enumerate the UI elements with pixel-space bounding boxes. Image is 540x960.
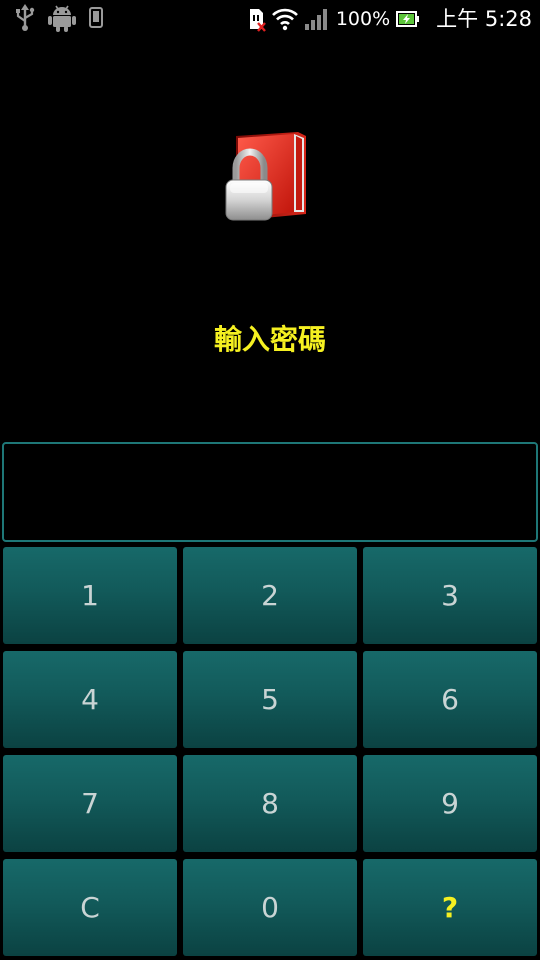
key-4[interactable]: 4 xyxy=(3,651,177,748)
clear-button[interactable]: C xyxy=(3,859,177,956)
clock: 上午 5:28 xyxy=(436,7,532,31)
phone-icon xyxy=(88,6,104,30)
android-debug-icon xyxy=(48,4,76,32)
sim-missing-icon xyxy=(248,5,266,33)
lock-folder-icon xyxy=(222,128,312,224)
numeric-keypad: 1 2 3 4 5 6 7 8 9 C 0 ? xyxy=(3,547,538,957)
password-field[interactable] xyxy=(2,442,538,542)
key-2[interactable]: 2 xyxy=(183,547,357,644)
key-6[interactable]: 6 xyxy=(363,651,537,748)
key-7[interactable]: 7 xyxy=(3,755,177,852)
help-button[interactable]: ? xyxy=(363,859,537,956)
key-8[interactable]: 8 xyxy=(183,755,357,852)
wifi-icon xyxy=(271,7,298,31)
notification-icons xyxy=(14,4,104,32)
battery-percent: 100% xyxy=(335,8,391,30)
key-5[interactable]: 5 xyxy=(183,651,357,748)
battery-charging-icon xyxy=(396,9,420,29)
system-indicators: 100% 上午 5:28 xyxy=(248,4,532,34)
usb-icon xyxy=(14,4,36,32)
key-1[interactable]: 1 xyxy=(3,547,177,644)
signal-icon xyxy=(304,7,330,31)
password-prompt: 輸入密碼 xyxy=(213,323,326,356)
key-3[interactable]: 3 xyxy=(363,547,537,644)
status-bar: 100% 上午 5:28 xyxy=(0,0,540,38)
key-0[interactable]: 0 xyxy=(183,859,357,956)
key-9[interactable]: 9 xyxy=(363,755,537,852)
password-screen: 100% 上午 5:28 輸入密碼 1 2 3 4 5 6 7 8 9 C 0 … xyxy=(0,0,540,960)
